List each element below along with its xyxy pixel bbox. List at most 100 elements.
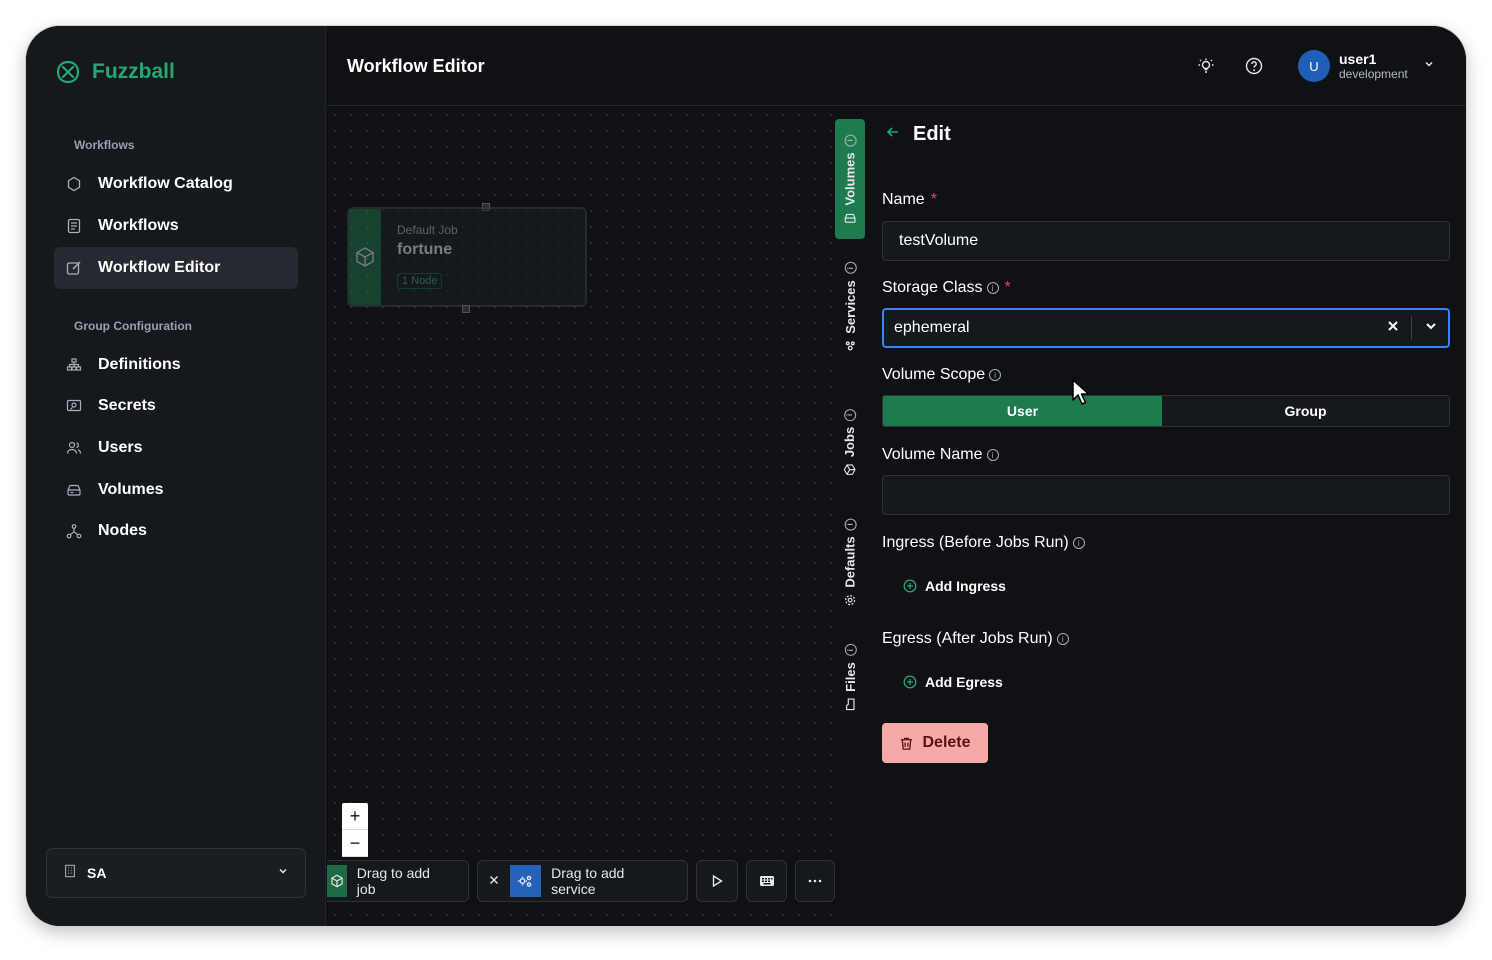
- keyboard-icon: [759, 876, 774, 886]
- sidebar-item-definitions[interactable]: Definitions: [54, 344, 298, 386]
- volume-scope-label-text: Volume Scope: [882, 366, 986, 383]
- more-horizontal-icon: [808, 879, 822, 883]
- job-node-fortune[interactable]: Default Job fortune 1 Node: [347, 207, 587, 307]
- tab-services[interactable]: Services i: [835, 247, 865, 367]
- secret-icon: [66, 398, 82, 414]
- fuzzball-logo-icon: [56, 60, 80, 84]
- sidebar-item-nodes[interactable]: Nodes: [54, 510, 298, 552]
- workflow-canvas[interactable]: Default Job fortune 1 Node + − Drag to a…: [327, 107, 835, 926]
- select-divider: [1411, 316, 1412, 340]
- cube-icon: [844, 463, 856, 475]
- name-label-text: Name: [882, 191, 925, 208]
- sidebar-item-users[interactable]: Users: [54, 427, 298, 469]
- info-icon: i: [844, 517, 857, 530]
- tab-label: Defaults: [842, 535, 858, 588]
- keyboard-shortcuts-button[interactable]: [745, 860, 788, 902]
- tab-volumes[interactable]: Volumes i: [835, 119, 865, 239]
- sidebar-item-label: Workflows: [98, 217, 179, 234]
- nodes-icon: [66, 523, 82, 539]
- organization-label: SA: [87, 865, 107, 881]
- volume-name-input[interactable]: [882, 475, 1450, 515]
- drive-icon: [66, 482, 82, 498]
- help-icon: [1245, 57, 1263, 75]
- job-node-name: fortune: [397, 241, 453, 258]
- zoom-out-button[interactable]: −: [342, 830, 368, 857]
- drive-icon: [844, 213, 856, 223]
- chevron-down-icon: [1423, 57, 1435, 75]
- add-ingress-label: Add Ingress: [925, 578, 1006, 594]
- sidebar-item-label: Secrets: [98, 397, 156, 414]
- info-icon: i: [1072, 537, 1085, 549]
- help-button[interactable]: [1244, 56, 1264, 76]
- tab-label: Services: [842, 279, 858, 334]
- sidebar-item-secrets[interactable]: Secrets: [54, 385, 298, 427]
- close-icon[interactable]: [488, 873, 500, 889]
- panel-header: Edit: [885, 123, 951, 146]
- zoom-in-button[interactable]: +: [342, 803, 368, 830]
- gears-icon: [509, 865, 542, 897]
- back-button[interactable]: [885, 124, 901, 145]
- sidebar-item-workflow-catalog[interactable]: Workflow Catalog: [54, 163, 298, 205]
- page-title: Workflow Editor: [347, 56, 485, 76]
- list-icon: [66, 218, 82, 234]
- info-icon: i: [1056, 633, 1069, 645]
- drag-add-job-button[interactable]: Drag to add job: [327, 860, 469, 902]
- tab-label: Jobs: [842, 426, 858, 457]
- brand-name: Fuzzball: [92, 60, 175, 83]
- drag-add-job-label: Drag to add job: [356, 865, 430, 897]
- users-icon: [66, 440, 82, 456]
- organization-select[interactable]: SA: [46, 848, 306, 898]
- brand-logo[interactable]: Fuzzball: [52, 56, 175, 88]
- panel-title: Edit: [913, 123, 951, 145]
- chevron-down-icon[interactable]: [1424, 319, 1438, 338]
- node-bottom-handle[interactable]: [462, 305, 470, 313]
- ingress-label-text: Ingress (Before Jobs Run): [882, 534, 1069, 551]
- run-button[interactable]: [696, 860, 738, 902]
- user-name: user1: [1339, 50, 1377, 67]
- section-title-workflows: Workflows: [74, 138, 135, 152]
- info-icon: i: [844, 643, 856, 656]
- topbar: Workflow Editor U user1 development: [327, 26, 1466, 106]
- ingress-label: Ingress (Before Jobs Run) i: [882, 534, 1085, 552]
- drag-add-service-button[interactable]: Drag to add service: [476, 860, 689, 902]
- app-window: Fuzzball Workflows Workflow Catalog Work…: [26, 26, 1466, 926]
- info-icon: i: [989, 369, 1002, 381]
- volume-name-label-text: Volume Name: [882, 446, 983, 463]
- tab-jobs[interactable]: Jobs i: [835, 397, 865, 487]
- sidebar-item-workflow-editor[interactable]: Workflow Editor: [54, 247, 298, 289]
- theme-toggle-button[interactable]: [1196, 56, 1216, 76]
- clear-icon[interactable]: [1387, 319, 1399, 337]
- add-egress-label: Add Egress: [925, 674, 1003, 690]
- job-node-stripe: [349, 209, 381, 305]
- scope-option-group[interactable]: Group: [1162, 396, 1449, 426]
- info-icon: i: [986, 449, 999, 461]
- plus-circle-icon: [903, 675, 917, 689]
- storage-class-select[interactable]: ephemeral: [882, 308, 1450, 348]
- trash-icon: [901, 737, 913, 750]
- add-egress-button[interactable]: Add Egress: [903, 674, 1003, 690]
- volume-scope-label: Volume Scope i: [882, 366, 1002, 384]
- hexagon-icon: [66, 176, 82, 192]
- info-icon: i: [844, 261, 856, 274]
- name-input[interactable]: testVolume: [882, 221, 1450, 261]
- delete-label: Delete: [922, 734, 971, 751]
- building-icon: [63, 864, 77, 883]
- tab-files[interactable]: Files i: [835, 637, 865, 717]
- required-marker: *: [1004, 279, 1011, 296]
- add-ingress-button[interactable]: Add Ingress: [903, 578, 1006, 594]
- sidebar-item-workflows[interactable]: Workflows: [54, 205, 298, 247]
- user-menu[interactable]: U user1 development: [1298, 50, 1435, 82]
- more-options-button[interactable]: [795, 860, 835, 902]
- volume-scope-toggle: User Group: [882, 395, 1450, 427]
- scope-option-user[interactable]: User: [883, 396, 1162, 426]
- edit-icon: [66, 260, 82, 276]
- tab-defaults[interactable]: Defaults i: [835, 507, 865, 617]
- job-node-type: Default Job: [397, 223, 458, 237]
- delete-button[interactable]: Delete: [882, 723, 988, 763]
- sidebar-item-label: Volumes: [98, 481, 164, 498]
- sidebar-item-label: Workflow Catalog: [98, 175, 233, 192]
- drag-add-service-label: Drag to add service: [551, 865, 625, 897]
- sidebar-item-label: Users: [98, 439, 143, 456]
- sidebar-item-volumes[interactable]: Volumes: [54, 469, 298, 511]
- sidebar-item-label: Workflow Editor: [98, 259, 221, 276]
